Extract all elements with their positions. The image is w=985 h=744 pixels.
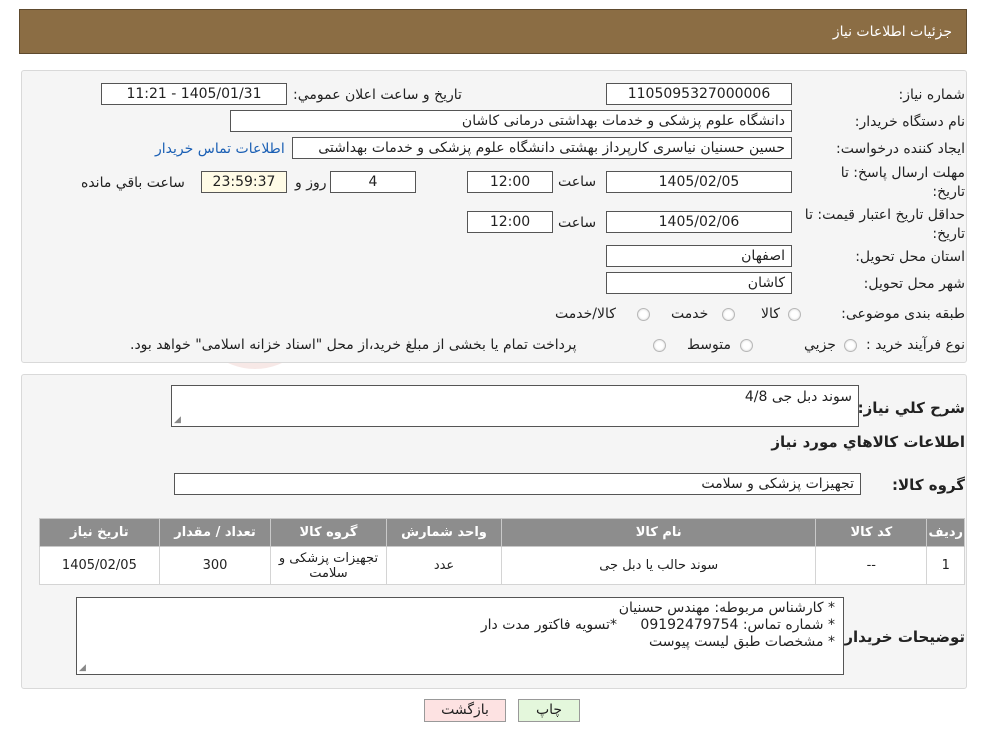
- col-row-number: ردیف: [926, 518, 965, 547]
- need-number-field: 1105095327000006: [606, 83, 792, 105]
- process-radio-treasury[interactable]: [653, 339, 666, 352]
- category-radio-service[interactable]: [722, 308, 735, 321]
- cell-item-group: تجهیزات پزشکی و سلامت: [270, 546, 387, 585]
- remaining-label: ساعت باقي مانده: [81, 175, 185, 191]
- cell-item-code: --: [815, 546, 928, 585]
- process-option-minor: جزیي: [804, 337, 836, 353]
- city-field: کاشان: [606, 272, 792, 294]
- buyer-notes-line-3: * مشخصات طبق لیست پیوست: [648, 634, 835, 650]
- remaining-time-field: 23:59:37: [201, 171, 287, 193]
- summary-textarea[interactable]: سوند دبل جی 4/8: [171, 385, 859, 427]
- col-item-name: نام کالا: [501, 518, 817, 547]
- cell-unit: عدد: [385, 546, 503, 585]
- goods-group-field: تجهیزات پزشکی و سلامت: [174, 473, 861, 495]
- cell-item-name: سوند حالب یا دبل جی: [501, 546, 817, 585]
- process-radio-medium[interactable]: [740, 339, 753, 352]
- deadline-hour-label: ساعت: [558, 174, 597, 190]
- cell-row-number: 1: [926, 546, 965, 585]
- col-need-date: تاریخ نیاز: [39, 518, 160, 547]
- validity-time-field: 12:00: [467, 211, 553, 233]
- category-option-goods: کالا: [761, 306, 780, 322]
- page-header: جزئیات اطلاعات نیاز: [19, 9, 967, 54]
- category-radio-goods-service[interactable]: [637, 308, 650, 321]
- table-row: 1 -- سوند حالب یا دبل جی عدد تجهیزات پزش…: [39, 546, 965, 585]
- buyer-field: دانشگاه علوم پزشکی و خدمات بهداشتی درمان…: [230, 110, 792, 132]
- buyer-notes-textarea[interactable]: * کارشناس مربوطه: مهندس حسنیان * شماره ت…: [76, 597, 844, 675]
- province-field: اصفهان: [606, 245, 792, 267]
- col-quantity: تعداد / مقدار: [158, 518, 272, 547]
- process-radio-minor[interactable]: [844, 339, 857, 352]
- days-field: 4: [330, 171, 416, 193]
- creator-label: ایجاد کننده درخواست:: [836, 141, 965, 157]
- buyer-label: نام دستگاه خریدار:: [854, 114, 965, 130]
- buyer-notes-line-2: * شماره تماس: 09192479754 *تسویه فاکتور …: [83, 617, 835, 634]
- cell-quantity: 300: [158, 546, 272, 585]
- validity-label-date: تاریخ:: [932, 226, 965, 242]
- deadline-time-field: 12:00: [467, 171, 553, 193]
- deadline-label-date: تاریخ:: [932, 184, 965, 200]
- buyer-notes-label: توضیحات خریدار:: [838, 628, 965, 646]
- need-number-label: شماره نیاز:: [898, 87, 966, 103]
- validity-hour-label: ساعت: [558, 215, 597, 231]
- goods-table-header-row: ردیف کد کالا نام کالا واحد شمارش گروه کا…: [39, 518, 965, 547]
- back-button[interactable]: بازگشت: [424, 699, 506, 722]
- process-treasury-note: پرداخت تمام یا بخشی از مبلغ خرید،از محل …: [130, 337, 577, 353]
- col-item-group: گروه کالا: [270, 518, 387, 547]
- print-button[interactable]: چاپ: [518, 699, 580, 722]
- col-unit: واحد شمارش: [385, 518, 503, 547]
- category-radio-goods[interactable]: [788, 308, 801, 321]
- summary-label: شرح کلي نیاز:: [857, 399, 965, 417]
- notes-resize-icon[interactable]: ◢: [79, 664, 87, 673]
- summary-resize-icon[interactable]: ◢: [174, 416, 182, 425]
- goods-table: ردیف کد کالا نام کالا واحد شمارش گروه کا…: [39, 518, 965, 585]
- days-label: روز و: [295, 175, 327, 191]
- announce-label: تاریخ و ساعت اعلان عمومي:: [293, 87, 462, 103]
- process-option-medium: متوسط: [687, 337, 731, 353]
- province-label: استان محل تحویل:: [855, 249, 965, 265]
- buyer-notes-phone: * شماره تماس: 09192479754: [640, 617, 835, 633]
- goods-group-label: گروه کالا:: [892, 476, 965, 494]
- col-item-code: کد کالا: [815, 518, 928, 547]
- deadline-label: مهلت ارسال پاسخ: تا: [840, 165, 965, 181]
- creator-field: حسین حسنیان نیاسری کارپرداز بهشتی دانشگا…: [292, 137, 792, 159]
- validity-date-field: 1405/02/06: [606, 211, 792, 233]
- city-label: شهر محل تحویل:: [863, 276, 965, 292]
- category-label: طبقه بندی موضوعی:: [841, 306, 965, 322]
- announce-datetime-field: 1405/01/31 - 11:21: [101, 83, 287, 105]
- category-option-service: خدمت: [671, 306, 709, 322]
- cell-need-date: 1405/02/05: [39, 546, 160, 585]
- validity-label: حداقل تاریخ اعتبار قیمت: تا: [804, 207, 965, 223]
- process-label: نوع فرآیند خرید :: [866, 337, 965, 353]
- deadline-date-field: 1405/02/05: [606, 171, 792, 193]
- goods-info-title: اطلاعات کالاهاي مورد نیاز: [771, 433, 965, 451]
- page-title: جزئیات اطلاعات نیاز: [832, 23, 952, 40]
- buyer-notes-line-1: * کارشناس مربوطه: مهندس حسنیان: [618, 600, 835, 616]
- buyer-notes-invoice: *تسویه فاکتور مدت دار: [480, 617, 617, 633]
- buyer-contact-link[interactable]: اطلاعات تماس خریدار: [155, 141, 285, 157]
- category-option-goods-service: کالا/خدمت: [555, 306, 616, 322]
